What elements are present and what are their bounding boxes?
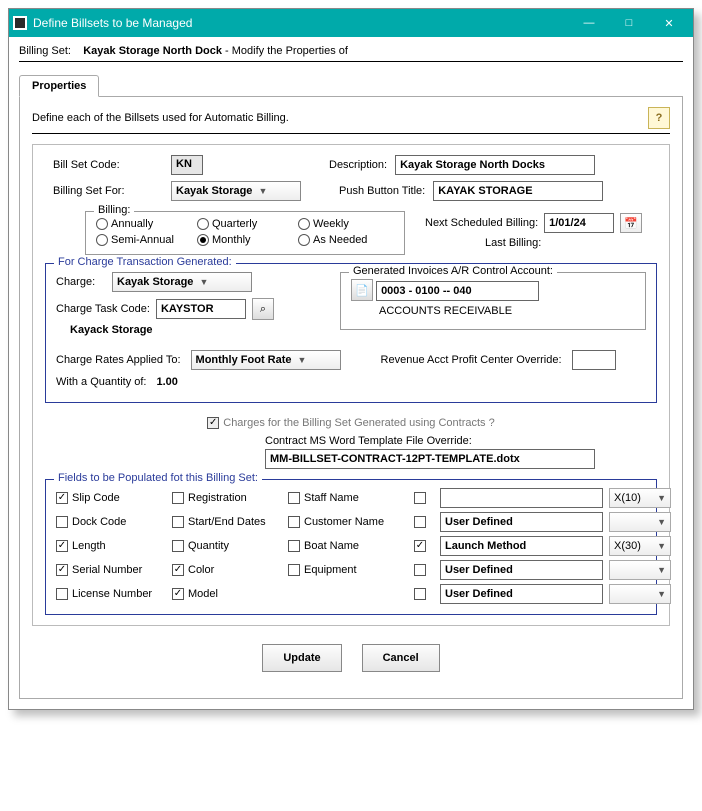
radio-quarterly[interactable]: Quarterly <box>197 218 292 230</box>
app-icon <box>13 16 27 30</box>
description-input[interactable] <box>395 155 595 175</box>
update-button[interactable]: Update <box>262 644 341 672</box>
help-icon[interactable]: ? <box>648 107 670 129</box>
chevron-down-icon: ▼ <box>297 355 306 365</box>
chk-dock-code[interactable]: Dock Code <box>56 516 166 528</box>
chk-registration[interactable]: Registration <box>172 492 282 504</box>
radio-annually[interactable]: Annually <box>96 218 191 230</box>
rates-value: Monthly Foot Rate <box>196 354 292 366</box>
fields-legend: Fields to be Populated fot this Billing … <box>54 472 262 484</box>
billing-set-suffix: - Modify the Properties of <box>225 45 348 57</box>
title-bar: Define Billsets to be Managed — □ ✕ <box>9 9 693 37</box>
close-button[interactable]: ✕ <box>649 9 689 37</box>
chk-license-number[interactable]: License Number <box>56 588 166 600</box>
userdef-1-width[interactable]: ▼ <box>609 512 671 532</box>
chk-serial-number[interactable]: Serial Number <box>56 564 166 576</box>
charge-label: Charge: <box>56 276 106 288</box>
billing-set-for-select[interactable]: Kayak Storage ▼ <box>171 181 301 201</box>
bill-set-code-label: Bill Set Code: <box>53 159 163 171</box>
chk-start-end[interactable]: Start/End Dates <box>172 516 282 528</box>
userdef-1-input[interactable] <box>440 512 603 532</box>
chk-boat-name[interactable]: Boat Name <box>288 540 408 552</box>
push-button-title-input[interactable] <box>433 181 603 201</box>
rev-override-input[interactable] <box>572 350 616 370</box>
charge-select[interactable]: Kayak Storage ▼ <box>112 272 252 292</box>
document-icon[interactable]: 📄 <box>351 279 373 301</box>
template-input[interactable] <box>265 449 595 469</box>
minimize-button[interactable]: — <box>569 9 609 37</box>
billing-set-for-label: Billing Set For: <box>53 185 163 197</box>
userdef-0-width[interactable]: X(10)▼ <box>609 488 671 508</box>
window-title: Define Billsets to be Managed <box>33 16 569 30</box>
userdef-3-width[interactable]: ▼ <box>609 560 671 580</box>
cancel-button[interactable]: Cancel <box>362 644 440 672</box>
rev-override-label: Revenue Acct Profit Center Override: <box>381 354 562 366</box>
chk-quantity[interactable]: Quantity <box>172 540 282 552</box>
chk-customer-name[interactable]: Customer Name <box>288 516 408 528</box>
tab-properties[interactable]: Properties <box>19 75 99 97</box>
template-label: Contract MS Word Template File Override: <box>265 435 657 447</box>
task-code-input[interactable] <box>156 299 246 319</box>
chevron-down-icon: ▼ <box>657 565 666 575</box>
bill-set-code-field: KN <box>171 155 203 175</box>
intro-text: Define each of the Billsets used for Aut… <box>32 112 289 124</box>
task-code-label: Charge Task Code: <box>56 303 150 315</box>
next-scheduled-label: Next Scheduled Billing: <box>425 217 538 229</box>
chk-slip-code[interactable]: Slip Code <box>56 492 166 504</box>
userdef-2-width[interactable]: X(30)▼ <box>609 536 671 556</box>
rates-select[interactable]: Monthly Foot Rate ▼ <box>191 350 341 370</box>
chk-userdef-0[interactable] <box>414 492 434 504</box>
chk-length[interactable]: Length <box>56 540 166 552</box>
chevron-down-icon: ▼ <box>199 277 208 287</box>
charge-legend: For Charge Transaction Generated: <box>54 256 236 268</box>
radio-weekly[interactable]: Weekly <box>298 218 393 230</box>
chevron-down-icon: ▼ <box>657 493 666 503</box>
chevron-down-icon: ▼ <box>657 589 666 599</box>
push-button-title-label: Push Button Title: <box>339 185 425 197</box>
billing-set-name: Kayak Storage North Dock <box>83 45 222 57</box>
lookup-icon[interactable]: ⌕ <box>252 298 274 320</box>
gen-acct-legend: Generated Invoices A/R Control Account: <box>349 265 557 277</box>
divider <box>32 133 670 134</box>
maximize-button[interactable]: □ <box>609 9 649 37</box>
divider <box>19 61 683 62</box>
calendar-icon[interactable]: 📅 <box>620 213 642 233</box>
chevron-down-icon: ▼ <box>657 517 666 527</box>
chk-userdef-4[interactable] <box>414 588 434 600</box>
charge-value: Kayak Storage <box>117 276 193 288</box>
qty-value: 1.00 <box>156 376 177 388</box>
billing-legend: Billing: <box>94 204 134 216</box>
userdef-4-width[interactable]: ▼ <box>609 584 671 604</box>
contracts-checkbox: Charges for the Billing Set Generated us… <box>207 417 494 429</box>
userdef-3-input[interactable] <box>440 560 603 580</box>
task-name: Kayack Storage <box>70 324 153 336</box>
chevron-down-icon: ▼ <box>657 541 666 551</box>
chk-userdef-3[interactable] <box>414 564 434 576</box>
chk-equipment[interactable]: Equipment <box>288 564 408 576</box>
chk-color[interactable]: Color <box>172 564 282 576</box>
last-billing-label: Last Billing: <box>485 237 541 249</box>
acct-code-input[interactable] <box>376 281 539 301</box>
acct-name: ACCOUNTS RECEIVABLE <box>379 305 512 317</box>
chk-staff-name[interactable]: Staff Name <box>288 492 408 504</box>
billing-set-label: Billing Set: <box>19 45 71 57</box>
qty-label: With a Quantity of: <box>56 376 146 388</box>
chk-userdef-2[interactable] <box>414 540 434 552</box>
radio-asneeded[interactable]: As Needed <box>298 234 393 246</box>
description-label: Description: <box>329 159 387 171</box>
userdef-2-input[interactable] <box>440 536 603 556</box>
radio-monthly[interactable]: Monthly <box>197 234 292 246</box>
next-scheduled-input[interactable] <box>544 213 614 233</box>
rates-label: Charge Rates Applied To: <box>56 354 181 366</box>
chk-model[interactable]: Model <box>172 588 282 600</box>
chevron-down-icon: ▼ <box>258 186 267 196</box>
userdef-4-input[interactable] <box>440 584 603 604</box>
radio-semiannual[interactable]: Semi-Annual <box>96 234 191 246</box>
chk-userdef-1[interactable] <box>414 516 434 528</box>
billing-set-for-value: Kayak Storage <box>176 185 252 197</box>
userdef-0-input[interactable] <box>440 488 603 508</box>
